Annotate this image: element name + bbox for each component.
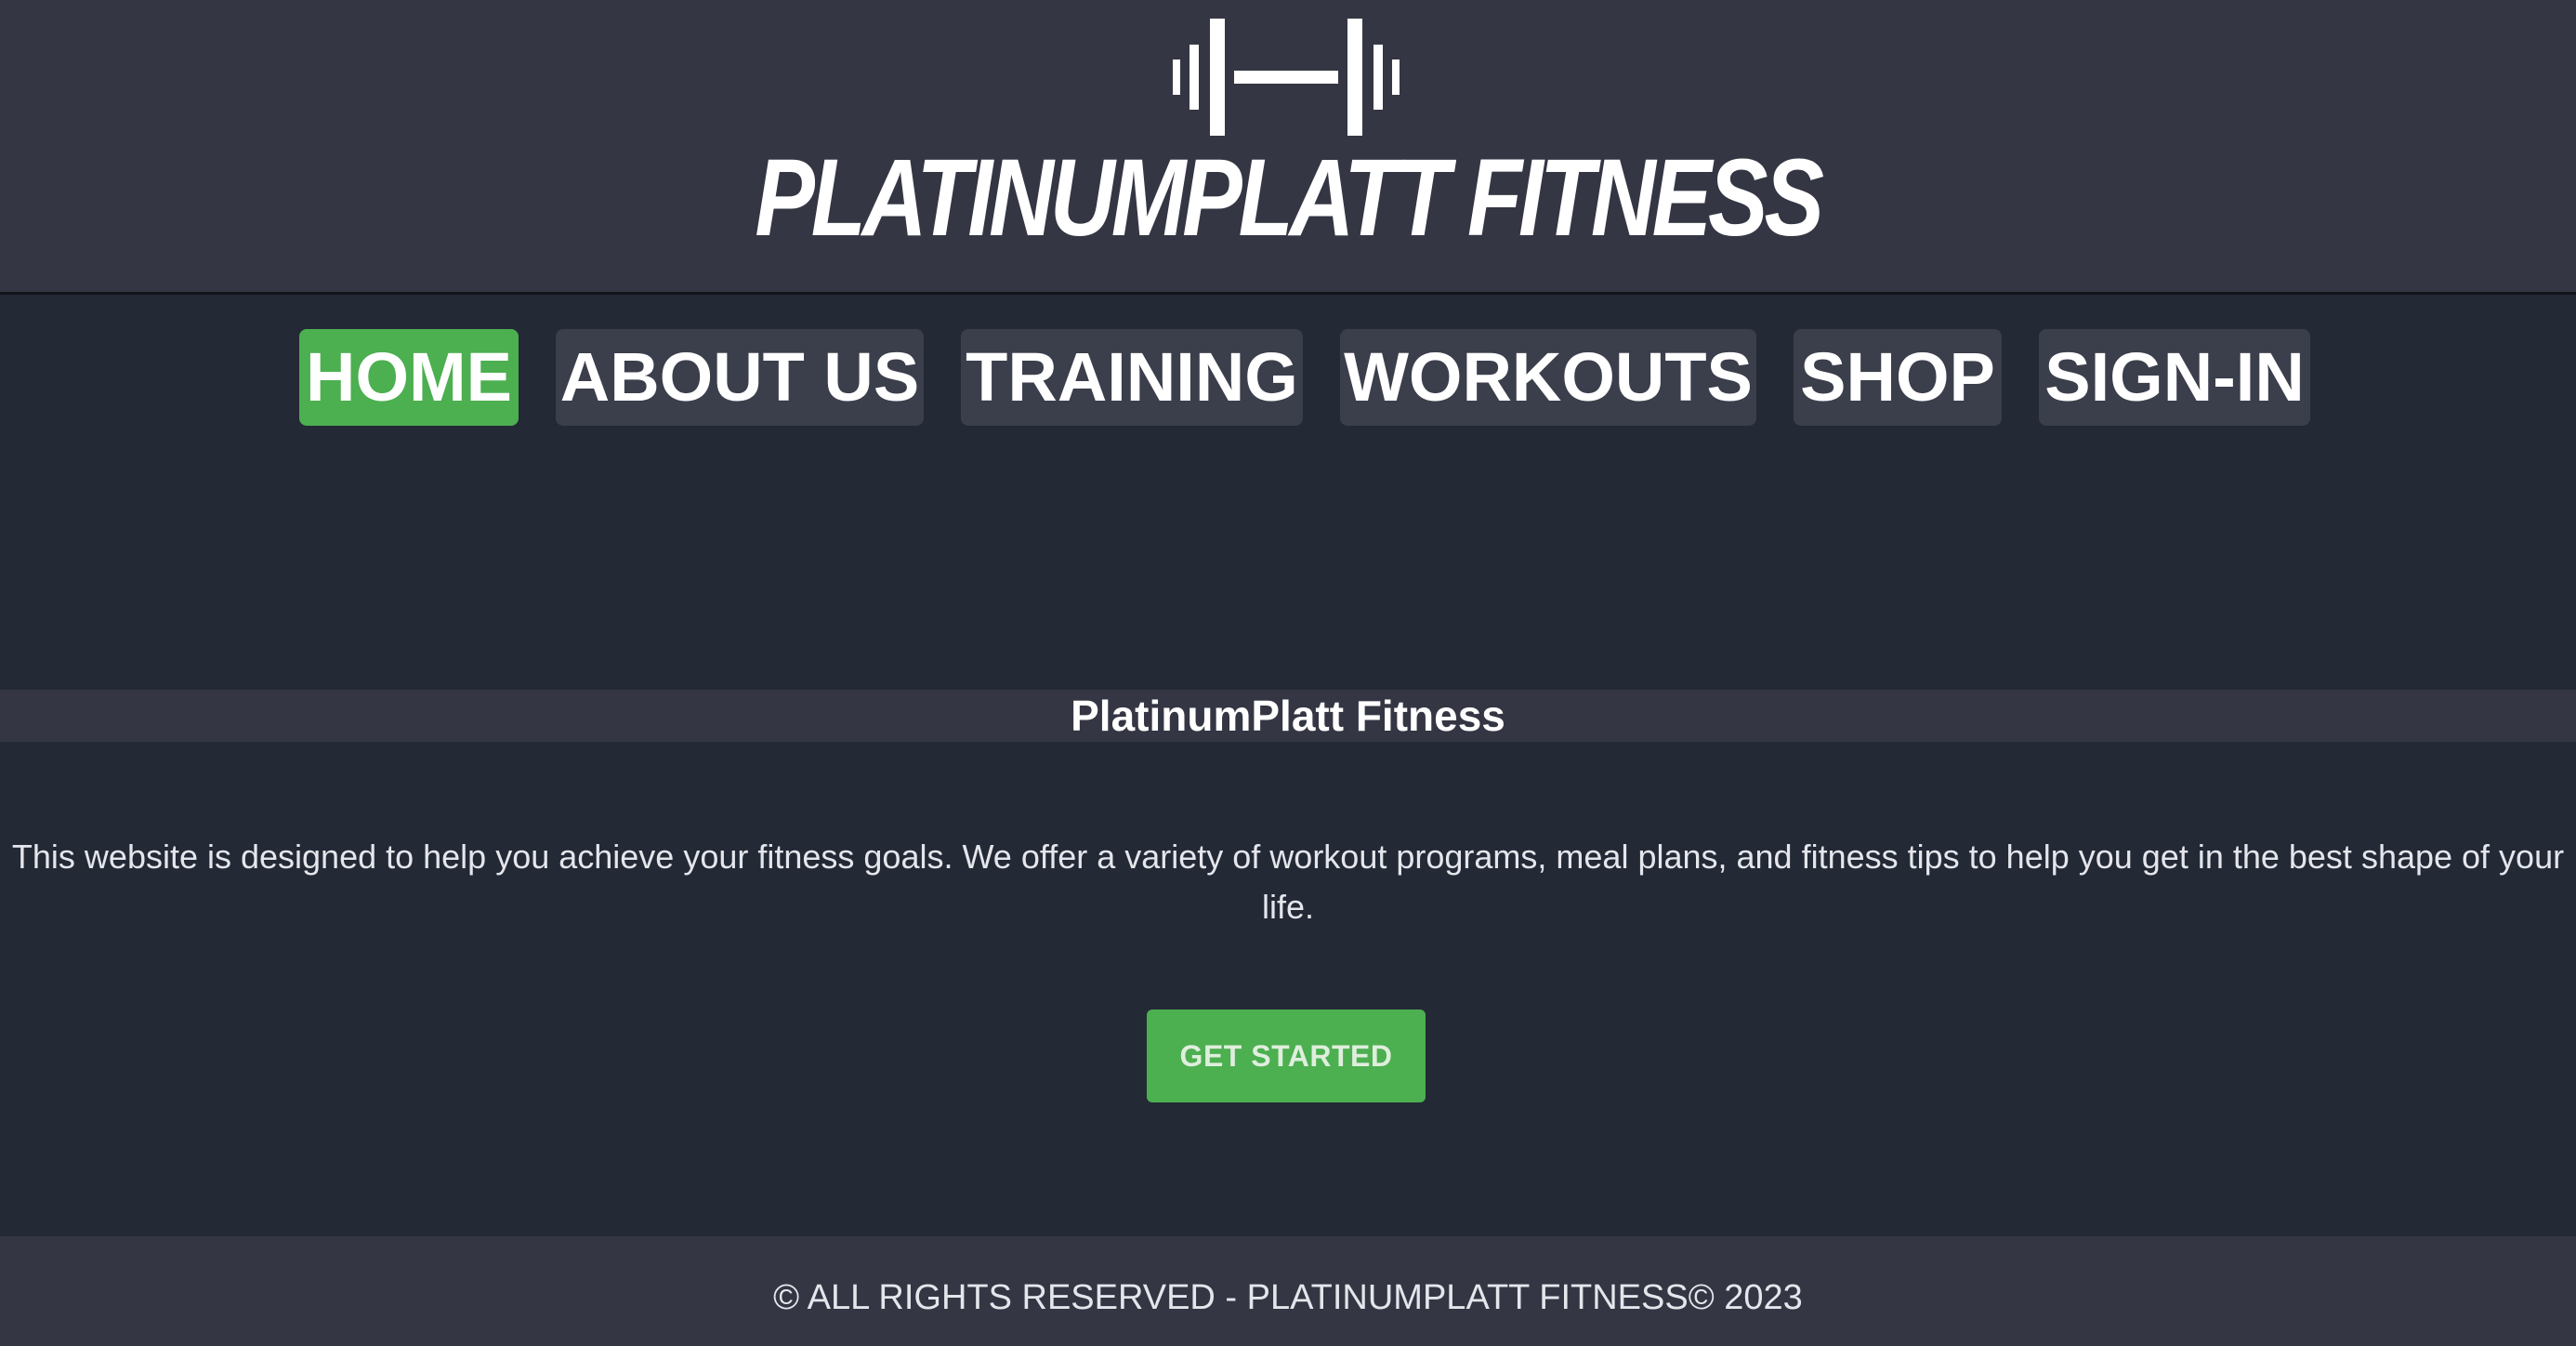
nav-item-about-us[interactable]: ABOUT US: [556, 329, 924, 426]
page: PLATINUMPLATT FITNESS HOME ABOUT US TRAI…: [0, 0, 2576, 1346]
get-started-button[interactable]: GET STARTED: [1147, 1010, 1426, 1102]
barbell-icon: [1173, 19, 1400, 136]
hero-description: This website is designed to help you ach…: [11, 838, 2565, 926]
footer-copyright: © ALL RIGHTS RESERVED - PLATINUMPLATT FI…: [0, 1236, 2576, 1346]
main-nav: HOME ABOUT US TRAINING WORKOUTS SHOP SIG…: [0, 329, 2576, 428]
nav-item-home[interactable]: HOME: [299, 329, 519, 426]
site-header: PLATINUMPLATT FITNESS: [0, 0, 2576, 295]
nav-item-workouts[interactable]: WORKOUTS: [1340, 329, 1756, 426]
nav-item-training[interactable]: TRAINING: [961, 329, 1303, 426]
logo-text[interactable]: PLATINUMPLATT FITNESS: [231, 138, 2344, 258]
hero-title: PlatinumPlatt Fitness: [0, 690, 2576, 742]
nav-item-shop[interactable]: SHOP: [1794, 329, 2002, 426]
nav-item-sign-in[interactable]: SIGN-IN: [2039, 329, 2310, 426]
